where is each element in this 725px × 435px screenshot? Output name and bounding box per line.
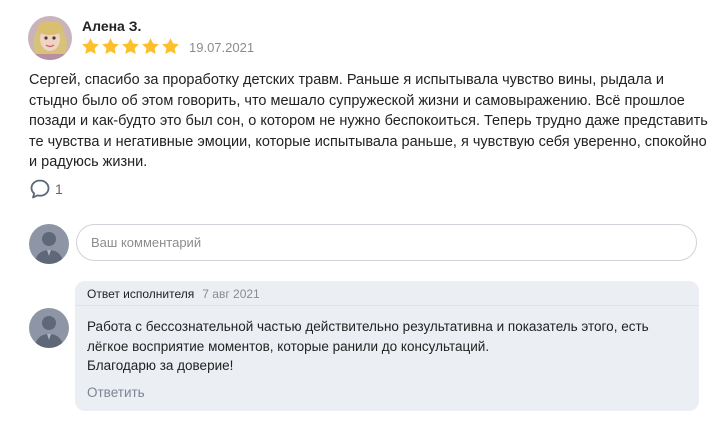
user-silhouette-icon [35, 316, 63, 348]
rating-stars [81, 37, 180, 56]
star-icon [82, 38, 99, 54]
reviewer-avatar [28, 16, 72, 60]
performer-avatar [29, 308, 69, 348]
star-icon [142, 38, 159, 54]
reply-date: 7 авг 2021 [202, 287, 260, 301]
star-icon [102, 38, 119, 54]
star-icon [162, 38, 179, 54]
comments-count: 1 [55, 181, 63, 197]
star-icon [122, 38, 139, 54]
reply-author: Ответ исполнителя [87, 287, 195, 301]
review-text: Сергей, спасибо за проработку детских тр… [29, 72, 708, 170]
comment-input[interactable] [76, 224, 697, 261]
review-date: 19.07.2021 [189, 40, 255, 55]
reply-text: Работа с бессознательной частью действит… [87, 317, 687, 376]
reply-text-line: Благодарю за доверие! [87, 358, 234, 373]
reply-button[interactable]: Ответить [87, 385, 145, 400]
reply-text-line: Работа с бессознательной частью действит… [87, 319, 649, 334]
reply-text-line: лёгкое восприятие моментов, которые рани… [87, 338, 490, 354]
reply-header: Ответ исполнителя 7 авг 2021 [87, 287, 260, 301]
comment-bubble-icon [30, 179, 50, 199]
current-user-avatar [29, 224, 69, 264]
reply-divider [75, 305, 699, 306]
comments-button[interactable]: 1 [29, 178, 63, 200]
reviewer-name: Алена З. [82, 18, 142, 34]
user-silhouette-icon [35, 232, 63, 264]
